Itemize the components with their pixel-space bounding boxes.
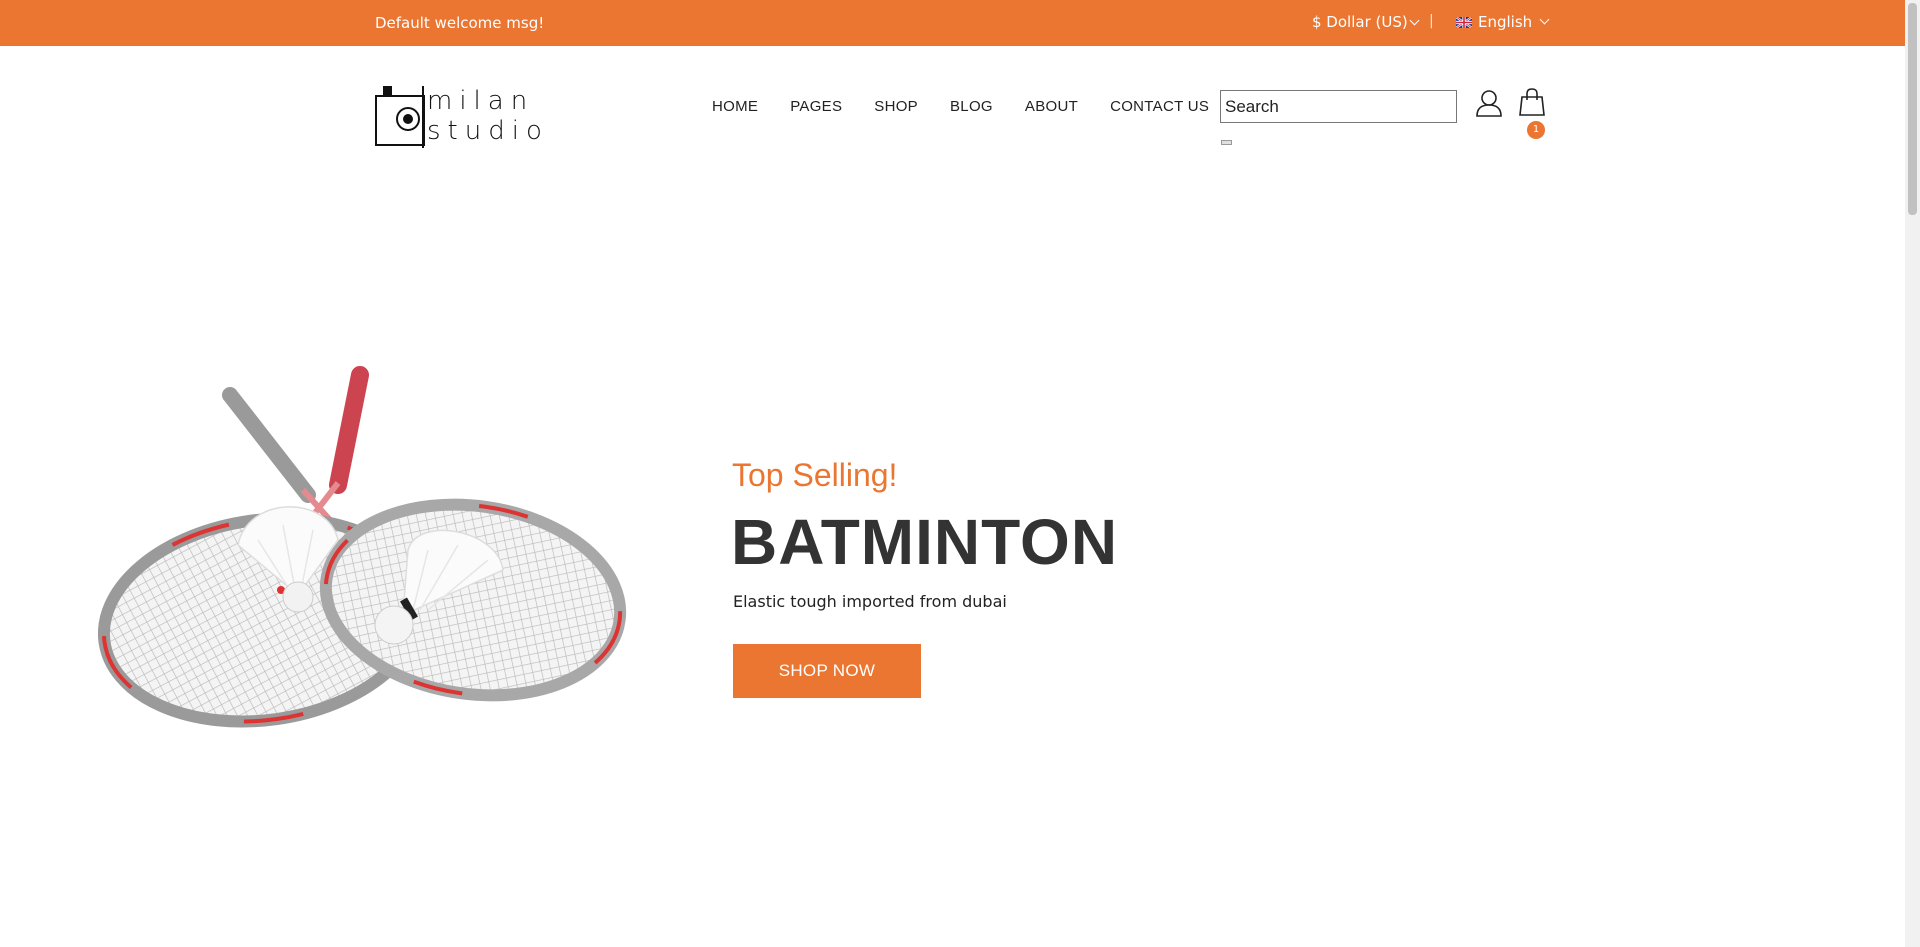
nav-pages[interactable]: PAGES [790, 98, 842, 115]
logo-line-2: studio [427, 116, 549, 146]
nav-home[interactable]: HOME [712, 98, 758, 115]
hero-headline: BATMINTON [731, 506, 1119, 578]
page-scrollbar[interactable] [1905, 0, 1920, 947]
hero-tagline: Top Selling! [732, 457, 898, 493]
main-nav: HOME PAGES SHOP BLOG ABOUT CONTACT US [712, 98, 1209, 115]
top-bar: Default welcome msg! $ Dollar (US) | Eng… [0, 0, 1920, 46]
currency-label: $ Dollar (US) [1312, 13, 1408, 31]
nav-about[interactable]: ABOUT [1025, 98, 1078, 115]
site-logo[interactable]: milan studio [375, 86, 550, 152]
logo-text: milan studio [427, 86, 549, 146]
cart-count-badge: 1 [1527, 121, 1545, 139]
search-input[interactable] [1220, 90, 1457, 123]
shop-now-button[interactable]: SHOP NOW [733, 644, 921, 698]
nav-contact-us[interactable]: CONTACT US [1110, 98, 1209, 115]
user-account-icon[interactable] [1475, 89, 1503, 117]
search-submit-button[interactable] [1221, 140, 1232, 145]
hero-description: Elastic tough imported from dubai [733, 592, 1007, 611]
nav-shop[interactable]: SHOP [874, 98, 918, 115]
scrollbar-thumb[interactable] [1908, 3, 1917, 215]
chevron-down-icon [1409, 15, 1420, 26]
shopping-bag-icon[interactable] [1519, 88, 1545, 116]
logo-line-1: milan [427, 86, 535, 116]
language-label: English [1478, 13, 1533, 31]
topbar-separator: | [1429, 13, 1434, 29]
welcome-message: Default welcome msg! [375, 14, 545, 32]
badminton-rackets-image [98, 366, 627, 728]
currency-selector[interactable]: $ Dollar (US) [1312, 13, 1420, 31]
camera-logo-icon [375, 86, 425, 148]
chevron-down-icon [1539, 14, 1550, 24]
nav-blog[interactable]: BLOG [950, 98, 993, 115]
uk-flag-icon [1456, 16, 1472, 28]
language-selector[interactable]: English [1456, 13, 1550, 31]
